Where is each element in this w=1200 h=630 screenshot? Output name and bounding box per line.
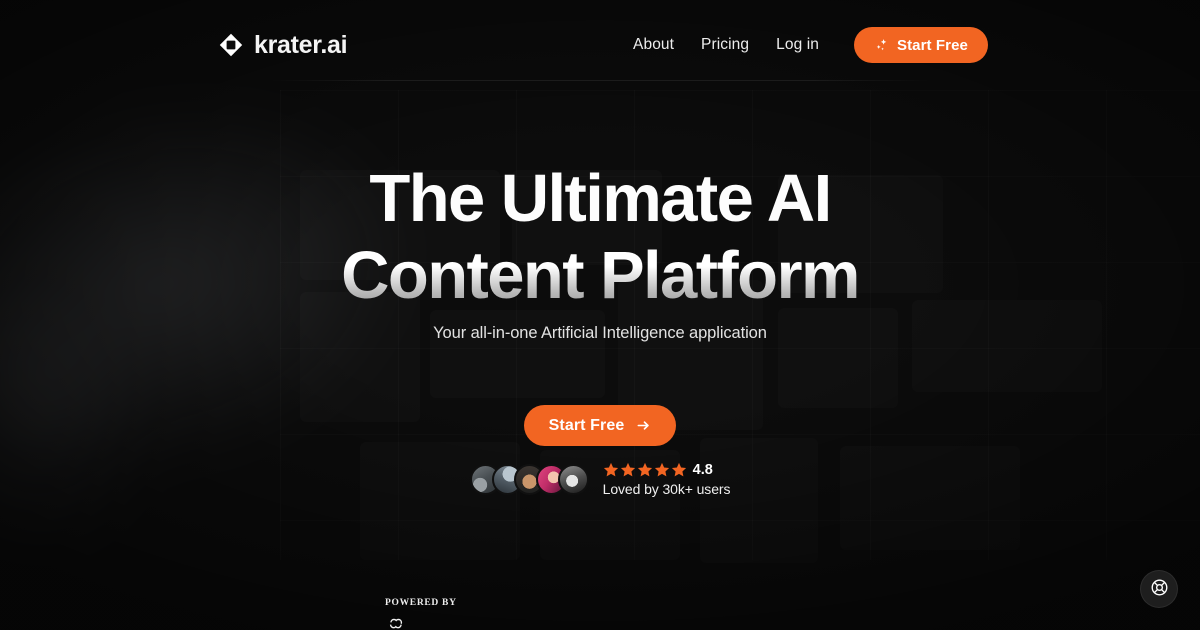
hero-section: The Ultimate AI Content Platform Your al…	[0, 0, 1200, 630]
powered-by-label: POWERED BY	[385, 598, 457, 608]
header-start-free-button[interactable]: Start Free	[853, 27, 988, 63]
landing-page: krater.ai About Pricing Log in Start Fre…	[0, 0, 1200, 630]
rating-block: 4.8 Loved by 30k+ users	[603, 462, 731, 497]
avatar-group	[469, 464, 589, 495]
star-rating	[603, 462, 687, 478]
main-navigation: About Pricing Log in Start Free	[633, 27, 988, 63]
hero-cta-wrap: Start Free	[0, 405, 1200, 446]
brand-name: krater.ai	[254, 30, 348, 59]
hero-subheadline: Your all-in-one Artificial Intelligence …	[433, 324, 767, 342]
rating-score: 4.8	[692, 462, 713, 478]
star-icon	[637, 462, 653, 478]
arrow-right-icon	[636, 418, 651, 433]
nav-link-login[interactable]: Log in	[776, 36, 819, 54]
stars-row: 4.8	[603, 462, 731, 478]
lifebuoy-help-icon	[1150, 578, 1169, 600]
powered-by-section: POWERED BY	[0, 598, 1200, 629]
avatar-user-5	[557, 464, 589, 495]
diamond-logo-icon	[218, 32, 244, 58]
nav-link-about[interactable]: About	[633, 36, 674, 54]
star-icon	[603, 462, 619, 478]
sparkle-icon	[874, 38, 889, 53]
help-support-button[interactable]	[1140, 570, 1178, 608]
brand-logo[interactable]: krater.ai	[218, 30, 348, 60]
social-proof: 4.8 Loved by 30k+ users	[0, 462, 1200, 497]
star-icon	[654, 462, 670, 478]
hero-start-free-label: Start Free	[548, 416, 625, 434]
rating-caption: Loved by 30k+ users	[602, 481, 731, 497]
site-header: krater.ai About Pricing Log in Start Fre…	[0, 0, 1200, 90]
star-icon	[671, 462, 687, 478]
nav-link-pricing[interactable]: Pricing	[701, 36, 749, 54]
header-start-free-label: Start Free	[896, 36, 968, 54]
openai-logo	[385, 614, 413, 630]
star-icon	[620, 462, 636, 478]
powered-by-logos	[385, 614, 815, 630]
headline-line-1: The Ultimate AI	[369, 161, 832, 236]
page-title: The Ultimate AI Content Platform	[0, 160, 1200, 314]
hero-start-free-button[interactable]: Start Free	[523, 405, 677, 446]
headline-line-2: Content Platform	[0, 237, 1200, 314]
